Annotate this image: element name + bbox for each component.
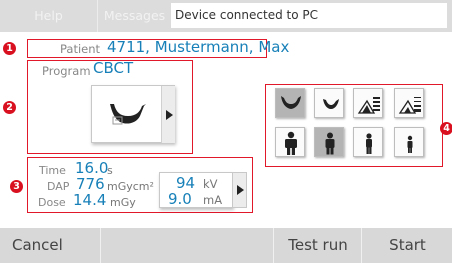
person-medium-icon: [325, 132, 335, 155]
jaw-partial-icon: [323, 99, 339, 109]
time-label: Time: [39, 164, 66, 177]
bone-density-low-icon: [398, 97, 421, 114]
callout-4: 4: [440, 122, 452, 135]
status-message: Device connected to PC: [171, 3, 447, 28]
program-label: Program: [42, 64, 91, 78]
dap-label: DAP: [47, 180, 70, 193]
tab-messages[interactable]: Messages: [99, 0, 170, 32]
person-small-button[interactable]: [353, 127, 383, 157]
time-unit: s: [107, 164, 113, 177]
person-large-button[interactable]: [275, 127, 305, 157]
start-button[interactable]: Start: [363, 228, 452, 263]
patient-label: Patient: [60, 42, 101, 56]
program-value: CBCT: [93, 59, 134, 77]
person-child-icon: [407, 135, 413, 153]
ma-value: 9.0: [168, 190, 192, 208]
patient-value[interactable]: 4711, Mustermann, Max: [107, 38, 289, 56]
bottom-bar: Cancel Test run Start: [0, 228, 452, 263]
bone-density-high-icon: [357, 97, 380, 114]
top-bar: Help Messages Device connected to PC: [0, 0, 452, 32]
dose-unit: mGy: [110, 196, 136, 209]
person-child-button[interactable]: [394, 127, 424, 157]
kv-ma-next-button[interactable]: [232, 172, 247, 208]
jaw-full-icon: [281, 96, 301, 109]
dose-value: 14.4: [73, 191, 107, 209]
dose-label: Dose: [38, 196, 66, 209]
callout-2: 2: [3, 101, 16, 114]
person-small-icon: [366, 133, 372, 154]
person-large-icon: [285, 131, 297, 155]
jaw-full-button[interactable]: [275, 88, 305, 118]
dap-unit: mGycm²: [107, 180, 154, 193]
jaw-icon: [106, 100, 150, 134]
test-run-button[interactable]: Test run: [275, 228, 362, 263]
callout-3: 3: [10, 180, 23, 193]
callout-1: 1: [3, 42, 16, 55]
empty-button-slot: [102, 228, 274, 263]
kv-ma-box[interactable]: 94 kV 9.0 mA: [159, 172, 233, 208]
person-medium-button[interactable]: [314, 127, 344, 157]
jaw-partial-button[interactable]: [314, 88, 344, 118]
bone-density-high-button[interactable]: [353, 88, 383, 118]
kv-unit: kV: [203, 177, 218, 191]
program-next-button[interactable]: [161, 86, 175, 143]
cancel-button[interactable]: Cancel: [0, 228, 101, 263]
ma-unit: mA: [203, 193, 223, 207]
bone-density-low-button[interactable]: [394, 88, 424, 118]
tab-help[interactable]: Help: [0, 0, 98, 32]
